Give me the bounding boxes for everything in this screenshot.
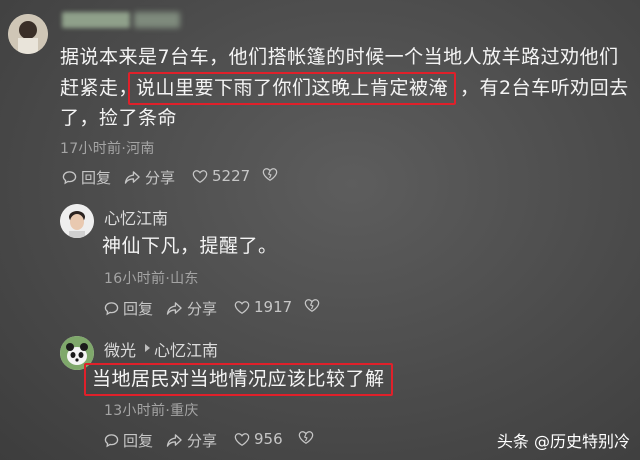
share-label: 分享 bbox=[145, 169, 176, 187]
like-count: 1917 bbox=[254, 298, 293, 316]
like-button[interactable]: 956 bbox=[234, 430, 283, 448]
like-count: 5227 bbox=[212, 167, 251, 185]
broken-heart-icon bbox=[262, 167, 278, 182]
reply-button[interactable]: 回复 bbox=[62, 167, 111, 188]
comment-meta: 13小时前·重庆 bbox=[104, 403, 199, 419]
comment-text-line-1: 据说本来是7台车，他们搭帐篷的时候一个当地人放羊路过劝他们 bbox=[60, 46, 619, 68]
reply-button[interactable]: 回复 bbox=[104, 298, 153, 319]
dislike-button[interactable] bbox=[298, 430, 318, 445]
dislike-button[interactable] bbox=[304, 298, 324, 313]
username-blurred bbox=[62, 12, 130, 28]
highlighted-comment: 当地居民对当地情况应该比较了解 bbox=[84, 363, 393, 396]
reply-label: 回复 bbox=[123, 432, 154, 450]
share-label: 分享 bbox=[187, 300, 218, 318]
reply-label: 回复 bbox=[123, 300, 154, 318]
reply-to-username[interactable]: 心忆江南 bbox=[154, 337, 218, 361]
share-arrow-icon bbox=[166, 301, 183, 316]
comment-meta: 16小时前·山东 bbox=[104, 271, 199, 287]
like-count: 956 bbox=[254, 430, 283, 448]
comment-text-line-3: 了，捡了条命 bbox=[60, 107, 178, 129]
comment-bubble-icon bbox=[104, 433, 119, 448]
comment-text: 神仙下凡，提醒了。 bbox=[102, 235, 278, 257]
user-avatar-icon bbox=[8, 14, 48, 54]
broken-heart-icon bbox=[298, 430, 314, 445]
avatar[interactable] bbox=[60, 204, 94, 238]
share-label: 分享 bbox=[187, 432, 218, 450]
username[interactable]: 微光 bbox=[104, 337, 136, 361]
reply-button[interactable]: 回复 bbox=[104, 430, 153, 451]
share-button[interactable]: 分享 bbox=[124, 167, 175, 188]
comment-text-line-2b: ，有2台车听劝回去 bbox=[460, 77, 629, 99]
avatar[interactable] bbox=[8, 14, 48, 54]
share-button[interactable]: 分享 bbox=[166, 430, 217, 451]
comment-bubble-icon bbox=[62, 170, 77, 185]
user-avatar-icon bbox=[60, 204, 94, 238]
dislike-button[interactable] bbox=[262, 167, 282, 182]
highlighted-quote: 说山里要下雨了你们这晚上肯定被淹 bbox=[128, 72, 457, 105]
broken-heart-icon bbox=[304, 298, 320, 313]
username-blurred-2 bbox=[134, 12, 180, 28]
heart-icon bbox=[192, 169, 208, 184]
heart-icon bbox=[234, 432, 250, 447]
reply-label: 回复 bbox=[81, 169, 112, 187]
comment-meta: 17小时前·河南 bbox=[60, 141, 155, 157]
comment-text-line-2a: 赶紧走， bbox=[60, 77, 139, 99]
heart-icon bbox=[234, 300, 250, 315]
share-arrow-icon bbox=[166, 433, 183, 448]
like-button[interactable]: 5227 bbox=[192, 167, 250, 185]
username[interactable]: 心忆江南 bbox=[104, 205, 168, 229]
like-button[interactable]: 1917 bbox=[234, 298, 292, 316]
comment-bubble-icon bbox=[104, 301, 119, 316]
share-arrow-icon bbox=[124, 170, 141, 185]
watermark: 头条 @历史特别冷 bbox=[496, 432, 630, 451]
share-button[interactable]: 分享 bbox=[166, 298, 217, 319]
reply-arrow-icon bbox=[142, 340, 154, 354]
